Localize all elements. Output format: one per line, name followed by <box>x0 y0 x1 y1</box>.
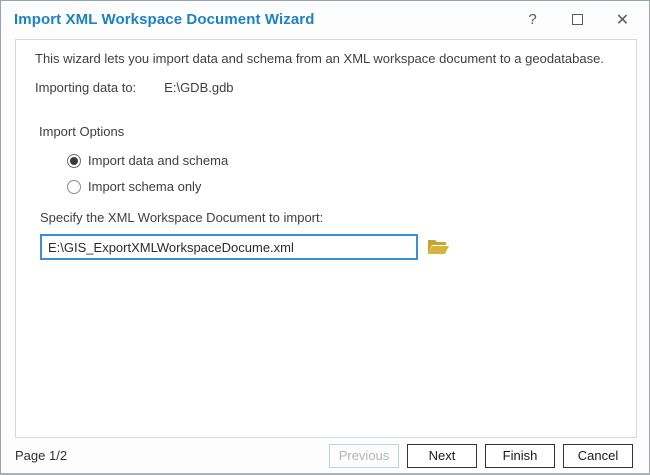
radio-import-schema-only[interactable]: Import schema only <box>67 179 201 194</box>
open-folder-icon <box>427 238 449 256</box>
importing-data-to-value: E:\GDB.gdb <box>164 80 233 95</box>
title-bar: Import XML Workspace Document Wizard ? ✕ <box>1 1 649 38</box>
radio-label: Import data and schema <box>88 153 228 168</box>
finish-button[interactable]: Finish <box>485 444 555 468</box>
wizard-description: This wizard lets you import data and sch… <box>35 51 604 66</box>
page-indicator: Page 1/2 <box>15 448 67 463</box>
wizard-content-panel: This wizard lets you import data and sch… <box>15 39 637 438</box>
import-xml-wizard-dialog: Import XML Workspace Document Wizard ? ✕… <box>0 0 650 475</box>
maximize-icon <box>572 14 583 25</box>
xml-path-input[interactable] <box>40 234 418 260</box>
browse-button[interactable] <box>426 236 450 258</box>
importing-data-to-label: Importing data to: <box>35 80 136 95</box>
radio-selected-icon <box>67 154 81 168</box>
footer-buttons: Previous Next Finish Cancel <box>329 444 633 468</box>
radio-label: Import schema only <box>88 179 201 194</box>
cancel-button[interactable]: Cancel <box>563 444 633 468</box>
radio-import-data-and-schema[interactable]: Import data and schema <box>67 153 228 168</box>
help-icon: ? <box>528 11 536 28</box>
importing-data-to-row: Importing data to: E:\GDB.gdb <box>35 80 234 95</box>
next-button[interactable]: Next <box>407 444 477 468</box>
dialog-title: Import XML Workspace Document Wizard <box>1 11 314 28</box>
maximize-button[interactable] <box>555 1 600 38</box>
previous-button[interactable]: Previous <box>329 444 399 468</box>
close-button[interactable]: ✕ <box>600 1 645 38</box>
close-icon: ✕ <box>616 10 629 30</box>
wizard-footer: Page 1/2 Previous Next Finish Cancel <box>1 438 649 473</box>
specify-xml-label: Specify the XML Workspace Document to im… <box>40 210 323 225</box>
help-button[interactable]: ? <box>510 1 555 38</box>
import-options-label: Import Options <box>39 124 124 139</box>
radio-unselected-icon <box>67 180 81 194</box>
window-controls: ? ✕ <box>510 1 649 38</box>
